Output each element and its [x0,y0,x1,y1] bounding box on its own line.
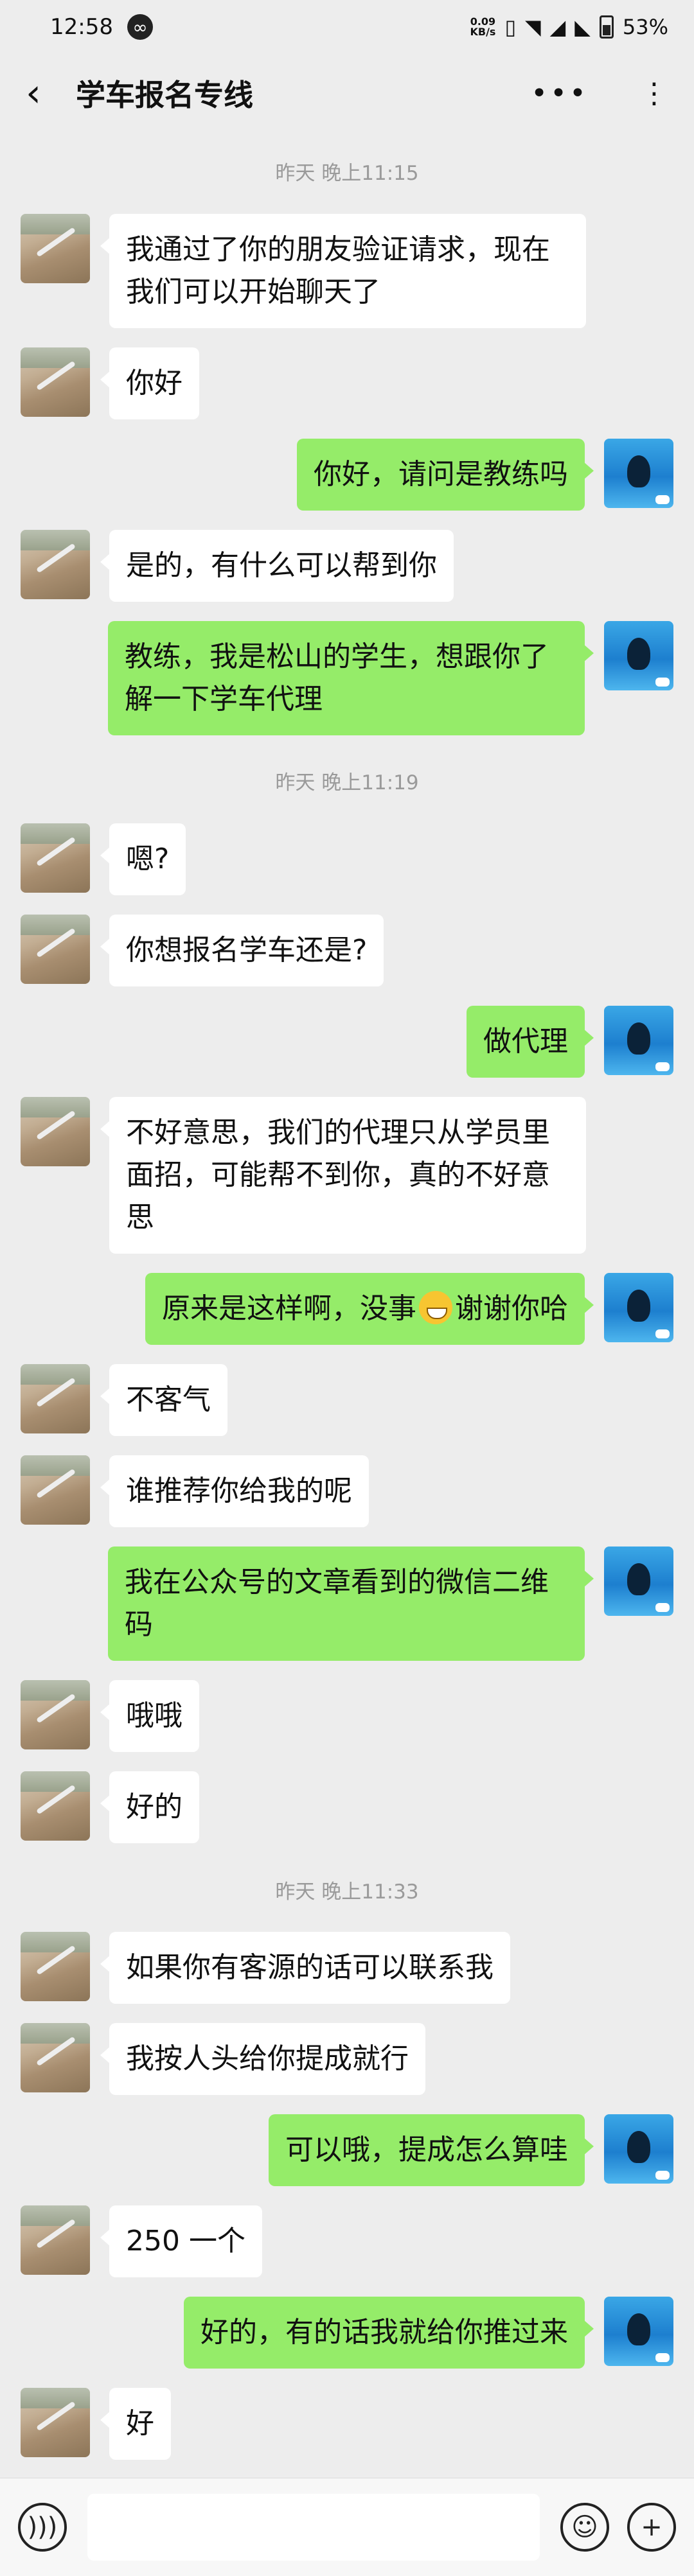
status-bar: 12:58 ∞ 0.09 KB/s ▯ ◥ ◢ ◣ 53% [0,0,694,54]
menu-icon[interactable]: ⋮ [640,77,668,110]
contact-avatar[interactable] [21,1097,90,1166]
battery-level: 53% [622,15,668,39]
message-bubble[interactable]: 你想报名学车还是? [100,915,384,986]
message-bubble[interactable]: 不好意思，我们的代理只从学员里面招，可能帮不到你，真的不好意思 [100,1097,586,1254]
contact-avatar[interactable] [21,530,90,599]
message-bubble[interactable]: 我按人头给你提成就行 [100,2023,425,2095]
timestamp: 昨天 晚上11:19 [275,771,419,794]
status-time: 12:58 [50,14,113,40]
grinning-face-icon [419,1291,452,1324]
contact-avatar[interactable] [21,1364,90,1433]
message-bubble[interactable]: 我在公众号的文章看到的微信二维码 [108,1546,594,1661]
message-bubble[interactable]: 你好 [100,347,199,419]
signal-icon: ◢ [549,15,566,39]
contact-avatar[interactable] [21,1455,90,1525]
message-bubble[interactable]: 如果你有客源的话可以联系我 [100,1932,510,2004]
contact-avatar[interactable] [21,1680,90,1749]
network-speed: 0.09 KB/s [470,15,496,38]
message-bubble[interactable]: 250 一个 [100,2205,262,2277]
message-text: 原来是这样啊，没事 [162,1292,416,1325]
contact-avatar[interactable] [21,2388,90,2457]
message-bubble[interactable]: 做代理 [467,1006,594,1078]
message-bubble[interactable]: 好 [100,2388,171,2460]
contact-avatar[interactable] [21,823,90,893]
more-options-icon[interactable]: ••• [531,77,589,110]
contact-avatar[interactable] [21,1771,90,1841]
timestamp: 昨天 晚上11:33 [275,1880,419,1904]
chat-header: ‹ 学车报名专线 ••• ⋮ [0,54,694,132]
plus-icon[interactable]: + [627,2503,676,2552]
message-bubble[interactable]: 哦哦 [100,1680,199,1752]
input-bar: ))) ☺ + [0,2478,694,2576]
message-bubble[interactable]: 谁推荐你给我的呢 [100,1455,369,1527]
no-signal-icon: ◣ [574,15,591,39]
message-text: 谢谢你哈 [455,1292,568,1325]
message-bubble[interactable]: 嗯? [100,823,186,895]
my-avatar[interactable] [604,621,673,690]
contact-avatar[interactable] [21,1932,90,2001]
infinity-icon: ∞ [127,14,153,40]
contact-avatar[interactable] [21,2023,90,2092]
message-bubble[interactable]: 不客气 [100,1364,227,1436]
my-avatar[interactable] [604,1546,673,1616]
message-bubble[interactable]: 我通过了你的朋友验证请求，现在我们可以开始聊天了 [100,214,586,328]
contact-avatar[interactable] [21,214,90,283]
timestamp: 昨天 晚上11:15 [275,162,419,185]
message-bubble[interactable]: 原来是这样啊，没事 谢谢你哈 [145,1273,594,1345]
my-avatar[interactable] [604,2114,673,2184]
contact-avatar[interactable] [21,915,90,984]
message-input[interactable] [87,2494,540,2561]
message-bubble[interactable]: 是的，有什么可以帮到你 [100,530,454,602]
vibrate-icon: ▯ [504,15,517,39]
my-avatar[interactable] [604,1006,673,1075]
message-bubble[interactable]: 可以哦，提成怎么算哇 [269,2114,594,2186]
back-icon[interactable]: ‹ [26,74,71,112]
my-avatar[interactable] [604,1273,673,1342]
wifi-icon: ◥ [525,15,541,39]
message-bubble[interactable]: 教练，我是松山的学生，想跟你了解一下学车代理 [108,621,594,735]
emoji-icon[interactable]: ☺ [560,2503,609,2552]
contact-avatar[interactable] [21,2205,90,2275]
my-avatar[interactable] [604,439,673,508]
message-bubble[interactable]: 好的，有的话我就给你推过来 [184,2297,594,2369]
message-bubble[interactable]: 你好，请问是教练吗 [297,439,594,511]
voice-icon[interactable]: ))) [18,2503,67,2552]
battery-icon [599,15,614,39]
contact-avatar[interactable] [21,347,90,417]
message-bubble[interactable]: 好的 [100,1771,199,1843]
chat-title: 学车报名专线 [76,78,253,112]
my-avatar[interactable] [604,2297,673,2366]
